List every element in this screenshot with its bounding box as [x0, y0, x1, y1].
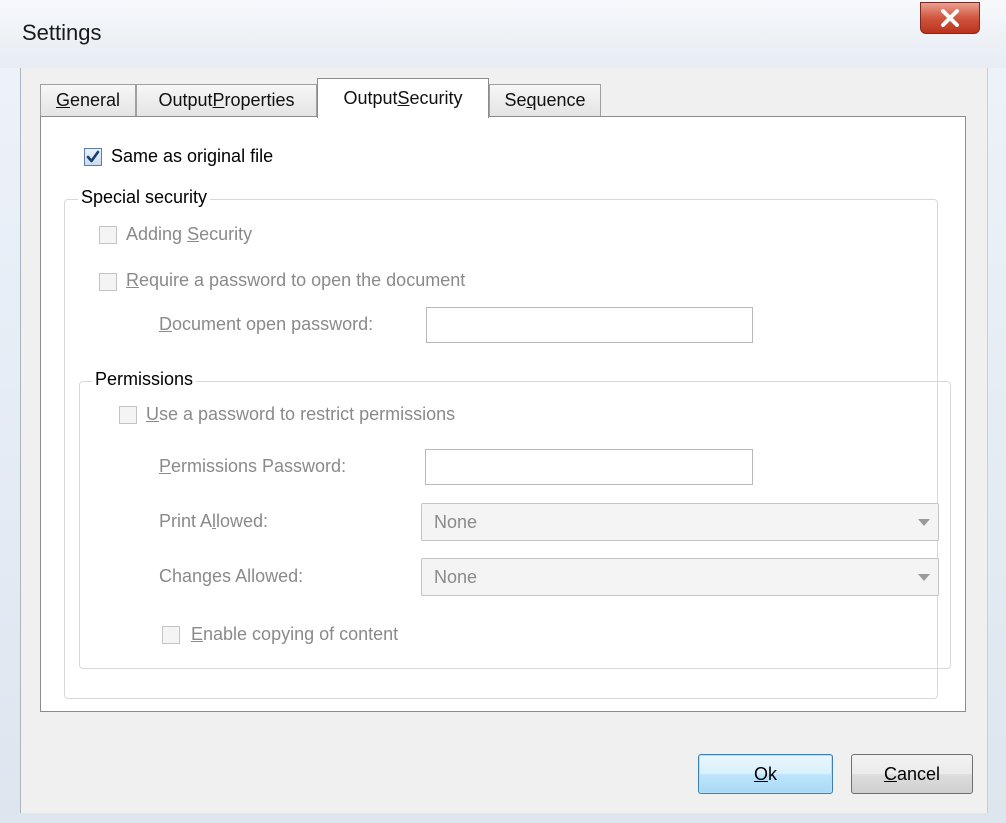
title-bar[interactable]: Settings [0, 0, 1006, 68]
require-password-checkbox[interactable] [99, 273, 117, 291]
require-password-label: Require a password to open the document [126, 270, 466, 290]
permissions-password-label: Permissions Password: [159, 456, 347, 476]
tab-output-properties[interactable]: Output Properties [136, 84, 317, 116]
changes-allowed-label: Changes Allowed: [159, 566, 304, 586]
cancel-button[interactable]: Cancel [851, 754, 973, 794]
print-allowed-select[interactable]: None [421, 503, 939, 541]
dialog-client-area: General Output Properties Output Securit… [20, 68, 988, 813]
settings-dialog: Settings General Output Properties Outpu… [0, 0, 1006, 823]
use-password-permissions-checkbox[interactable] [119, 406, 137, 424]
tab-general[interactable]: General [40, 84, 136, 116]
changes-allowed-select[interactable]: None [421, 558, 939, 596]
use-password-permissions-label: Use a password to restrict permissions [146, 404, 456, 424]
dropdown-arrow-icon [918, 519, 930, 526]
enable-copying-checkbox[interactable] [162, 626, 180, 644]
print-allowed-label: Print Allowed: [159, 511, 269, 531]
special-security-title: Special security [78, 187, 211, 208]
output-security-panel: Same as original file Special security A… [40, 116, 966, 712]
close-button[interactable] [920, 2, 980, 34]
close-icon [941, 9, 959, 27]
ok-button[interactable]: Ok [698, 754, 833, 794]
tab-sequence[interactable]: Se q uence [489, 84, 601, 116]
window-title: Settings [22, 20, 102, 45]
adding-security-checkbox[interactable] [99, 226, 117, 244]
open-password-input[interactable] [426, 307, 753, 343]
print-allowed-value: None [434, 512, 478, 532]
open-password-label: Document open password: [159, 314, 374, 334]
dropdown-arrow-icon [918, 574, 930, 581]
checkmark-icon [86, 150, 100, 163]
same-as-original-checkbox[interactable] [84, 148, 102, 166]
changes-allowed-value: None [434, 567, 478, 587]
adding-security-label: Adding Security [126, 224, 253, 244]
same-as-original-label: Same as original file [111, 146, 274, 166]
permissions-title: Permissions [92, 369, 197, 390]
permissions-password-input[interactable] [425, 449, 753, 485]
enable-copying-label: Enable copying of content [191, 624, 399, 644]
tab-output-security[interactable]: Output Security [317, 78, 489, 118]
